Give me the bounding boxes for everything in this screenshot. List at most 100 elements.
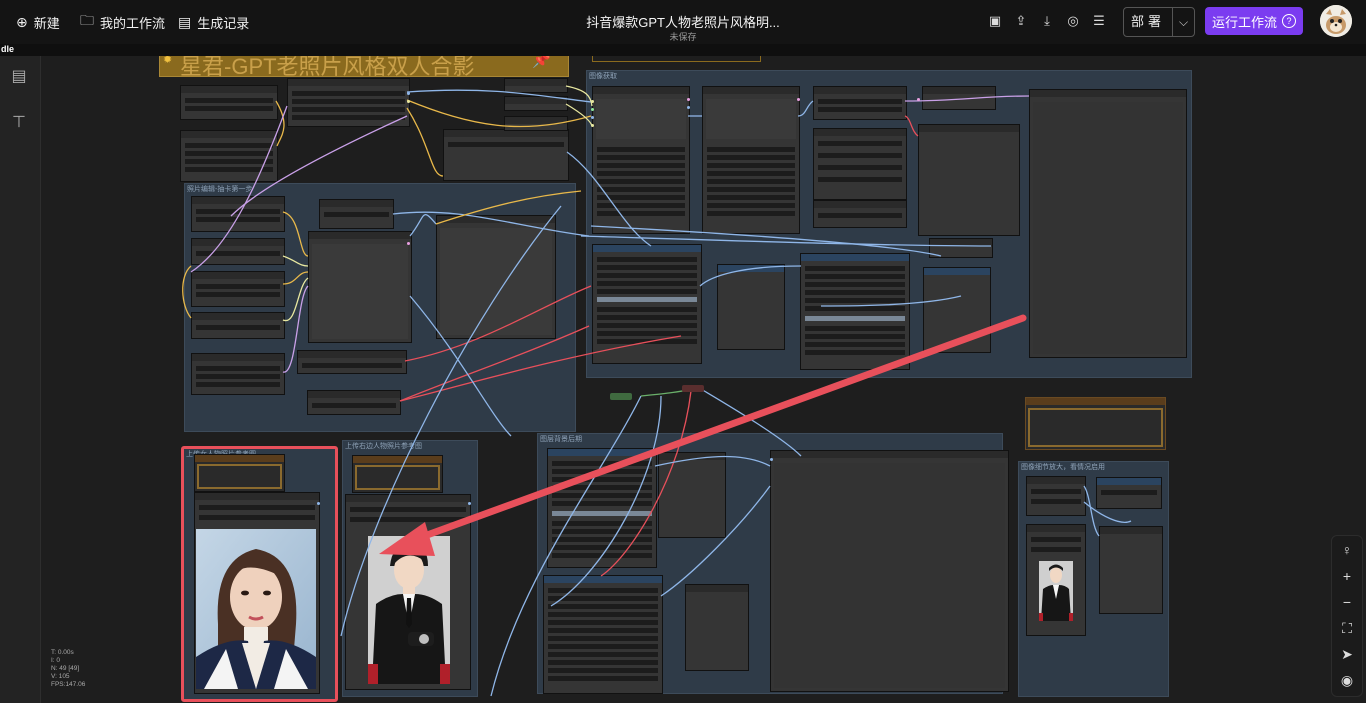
- save-icon[interactable]: ▣: [987, 13, 1003, 29]
- node[interactable]: [770, 450, 1009, 692]
- port-dot[interactable]: [591, 100, 594, 103]
- node[interactable]: [813, 128, 907, 200]
- node[interactable]: [702, 86, 800, 234]
- top-small-node: [592, 56, 761, 62]
- node[interactable]: [191, 271, 285, 307]
- node[interactable]: [180, 85, 278, 120]
- node[interactable]: [658, 452, 726, 538]
- node[interactable]: [1096, 477, 1162, 509]
- port-dot[interactable]: [407, 242, 410, 245]
- node[interactable]: [194, 454, 285, 492]
- port-dot[interactable]: [591, 116, 594, 119]
- stat-v: V: 105: [51, 673, 70, 680]
- help-icon: ?: [1282, 14, 1296, 28]
- group-title: 图层背景后期: [540, 436, 582, 443]
- node[interactable]: [504, 116, 568, 131]
- avatar[interactable]: [1320, 5, 1352, 37]
- port-dot[interactable]: [687, 98, 690, 101]
- node[interactable]: [685, 584, 749, 671]
- group-title: 图像获取: [589, 73, 617, 80]
- stat-n: N: 49 [49]: [51, 665, 80, 672]
- node[interactable]: [547, 448, 657, 568]
- node[interactable]: [813, 86, 907, 120]
- send-icon[interactable]: ➤: [1332, 643, 1362, 665]
- port-dot[interactable]: [687, 106, 690, 109]
- workflow-banner: ✹ 星君-GPT老照片风格双人合影 📌: [159, 56, 569, 79]
- port-dot[interactable]: [591, 124, 594, 127]
- node[interactable]: [922, 86, 996, 110]
- port-dot[interactable]: [917, 98, 920, 101]
- lightbulb-icon[interactable]: ♀: [1332, 539, 1362, 561]
- deploy-button[interactable]: 部署 ⌵: [1123, 7, 1195, 37]
- node[interactable]: [319, 199, 394, 229]
- chevron-down-icon[interactable]: ⌵: [1173, 8, 1194, 36]
- node[interactable]: [345, 494, 471, 690]
- group-title: 照片编辑-抽卡第一步: [187, 186, 253, 193]
- port-dot[interactable]: [407, 92, 410, 95]
- node[interactable]: [813, 200, 907, 228]
- port-dot[interactable]: [468, 502, 471, 505]
- stat-i: I: 0: [51, 657, 61, 664]
- node[interactable]: [929, 238, 993, 258]
- port-dot[interactable]: [317, 502, 320, 505]
- node[interactable]: [543, 575, 663, 694]
- node[interactable]: [352, 455, 443, 493]
- stat-t: T: 0.00s: [51, 649, 74, 656]
- node[interactable]: [307, 390, 401, 415]
- eye-icon[interactable]: ◉: [1332, 669, 1362, 691]
- render-stats: T: 0.00s I: 0 N: 49 [49] V: 105 FPS:147.…: [51, 649, 85, 689]
- node[interactable]: [436, 215, 556, 339]
- left-sidebar: ▤ ⊤: [0, 56, 41, 703]
- download-icon[interactable]: ⤓: [1039, 13, 1055, 29]
- node[interactable]: [443, 129, 569, 181]
- node[interactable]: [923, 267, 991, 353]
- node[interactable]: [800, 253, 910, 370]
- node[interactable]: [1025, 397, 1166, 450]
- node[interactable]: [1099, 526, 1163, 614]
- language-icon[interactable]: ◎: [1065, 13, 1081, 29]
- node[interactable]: [180, 130, 278, 182]
- stat-fps: FPS:147.06: [51, 681, 86, 688]
- node-tree-icon[interactable]: ⊤: [8, 112, 30, 134]
- group-title: 图像细节放大，看情况启用: [1021, 464, 1105, 471]
- node[interactable]: [592, 244, 702, 364]
- sun-icon: ✹: [163, 56, 173, 66]
- strip-text: dle: [1, 44, 15, 54]
- zoom-out-icon[interactable]: −: [1332, 591, 1362, 613]
- port-dot[interactable]: [591, 108, 594, 111]
- node[interactable]: [297, 350, 407, 374]
- status-strip: dle: [0, 44, 1366, 56]
- run-workflow-label: 运行工作流: [1211, 14, 1277, 30]
- port-dot[interactable]: [407, 100, 410, 103]
- zoom-in-icon[interactable]: +: [1332, 565, 1362, 587]
- node[interactable]: [1026, 476, 1086, 516]
- pin-icon: 📌: [532, 56, 551, 69]
- node[interactable]: [191, 238, 285, 265]
- list-icon[interactable]: ☰: [1091, 13, 1107, 29]
- node[interactable]: [191, 353, 285, 395]
- node[interactable]: [504, 78, 568, 93]
- group-title: 上传右边人物照片参考图: [345, 443, 422, 450]
- port-dot[interactable]: [770, 458, 773, 461]
- node[interactable]: [308, 231, 412, 343]
- node[interactable]: [194, 492, 320, 694]
- woman-photo: [196, 529, 316, 689]
- node[interactable]: [191, 312, 285, 339]
- fit-view-icon[interactable]: ⛶: [1332, 617, 1362, 639]
- upload-icon[interactable]: ⇪: [1013, 13, 1029, 29]
- man-photo: [368, 536, 450, 684]
- top-bar: ⊕ 新建 🗀 我的工作流 ▤ 生成记录 抖音爆款GPT人物老照片风格明... 未…: [0, 0, 1366, 45]
- upscale-thumbnail: [1039, 561, 1073, 621]
- document-icon[interactable]: ▤: [8, 66, 30, 88]
- run-workflow-button[interactable]: 运行工作流 ?: [1205, 7, 1303, 35]
- node[interactable]: [717, 264, 785, 350]
- node[interactable]: [504, 96, 568, 111]
- workflow-canvas[interactable]: ✹ 星君-GPT老照片风格双人合影 📌 图像获取 照片编辑-抽卡第一步 上传女人…: [41, 56, 1366, 703]
- port-dot[interactable]: [797, 98, 800, 101]
- node[interactable]: [592, 86, 690, 234]
- node[interactable]: [191, 196, 285, 232]
- node[interactable]: [918, 124, 1020, 236]
- node[interactable]: [287, 78, 410, 127]
- node[interactable]: [1026, 524, 1086, 636]
- node[interactable]: [1029, 89, 1187, 358]
